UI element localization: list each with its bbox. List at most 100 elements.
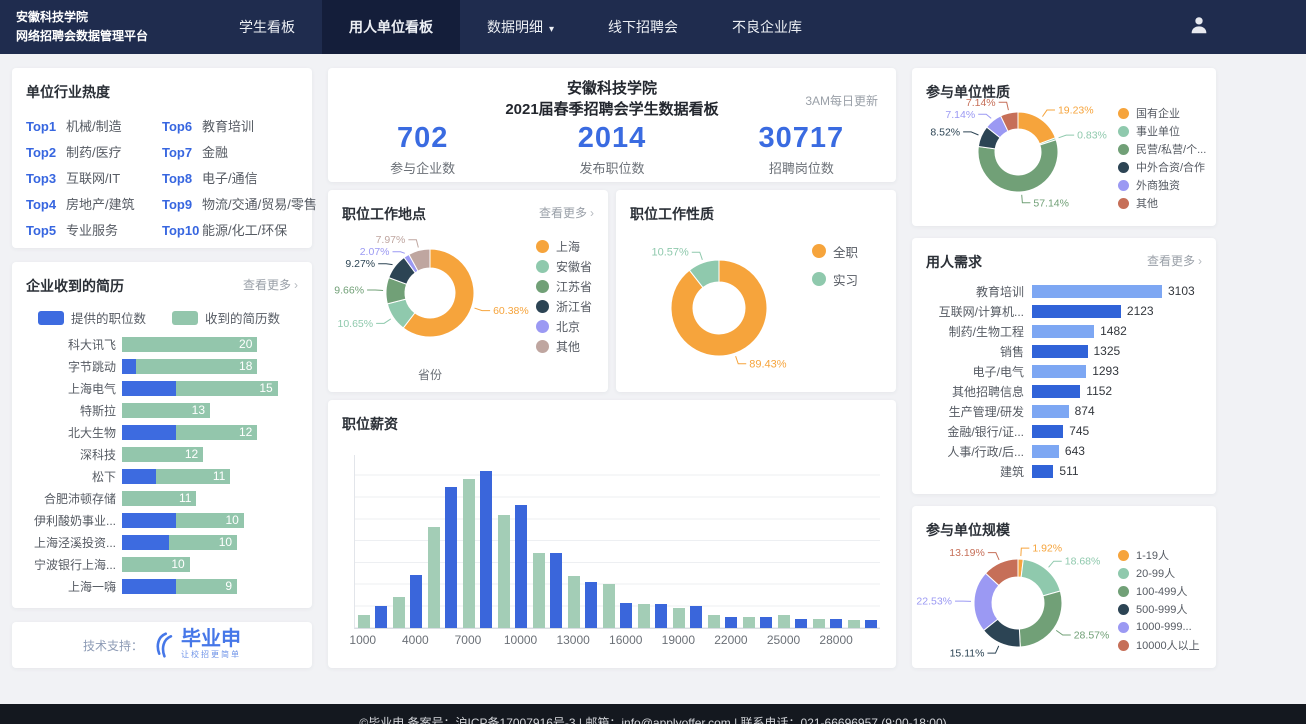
logo-line1: 安徽科技学院	[16, 8, 196, 27]
legend-dot	[536, 300, 549, 313]
label-leader-line	[999, 102, 1009, 110]
demand-bar	[1032, 285, 1162, 298]
stacked-bar: 12	[122, 447, 298, 462]
industry-name: 电子/通信	[202, 171, 258, 186]
salary-bar	[655, 604, 667, 628]
stacked-bar: 11	[122, 491, 298, 506]
legend-item[interactable]: 500-999人	[1118, 600, 1200, 618]
legend-item[interactable]: 其他	[1118, 194, 1206, 212]
footer-text: ©毕业申 备案号：沪ICP备17007916号-3 | 邮箱：info@appl…	[359, 716, 946, 724]
label-leader-line	[988, 553, 999, 560]
industry-rank-item: Top2制药/医疗	[26, 140, 162, 166]
legend-item[interactable]: 民营/私营/个...	[1118, 140, 1206, 158]
legend-marker	[38, 311, 64, 325]
legend-item[interactable]: 提供的职位数	[38, 308, 146, 327]
x-axis-slot	[427, 633, 439, 649]
legend-item[interactable]: 事业单位	[1118, 122, 1206, 140]
industry-name: 教育培训	[202, 119, 254, 134]
x-axis-slot	[479, 633, 491, 649]
percentage-label: 15.11%	[950, 648, 985, 660]
percentage-label: 10.57%	[651, 247, 689, 259]
salary-bar	[358, 615, 370, 628]
industry-rank-label: Top3	[26, 166, 66, 192]
user-icon	[1188, 14, 1210, 36]
legend-item[interactable]: 国有企业	[1118, 104, 1206, 122]
legend-item[interactable]: 20-99人	[1118, 564, 1200, 582]
demand-bar-row: 生产管理/研发874	[912, 401, 1216, 421]
x-axis-slot	[848, 633, 860, 649]
legend-label: 其他	[556, 338, 580, 355]
percentage-label: 18.68%	[1065, 556, 1101, 568]
legend-dot	[1118, 604, 1129, 615]
value-label: 511	[1053, 464, 1078, 478]
legend-item[interactable]: 全职	[812, 237, 858, 265]
legend-item[interactable]: 其他	[536, 336, 592, 356]
provided-positions-bar	[122, 513, 176, 528]
legend-label: 提供的职位数	[71, 308, 146, 327]
demand-bar	[1032, 385, 1080, 398]
user-avatar-button[interactable]	[1188, 14, 1210, 41]
resume-bar-row: 深科技12	[12, 443, 312, 465]
nav-tab-student-board[interactable]: 学生看板	[212, 0, 322, 54]
x-axis-slot	[690, 633, 702, 649]
industry-name: 金融	[202, 145, 228, 160]
received-resumes-bar: 15	[176, 381, 278, 396]
app-logo[interactable]: 安徽科技学院 网络招聘会数据管理平台	[0, 0, 212, 54]
resume-bar-row: 北大生物12	[12, 421, 312, 443]
card-org-scale: 参与单位规模 1.92%18.68%28.57%15.11%22.53%13.1…	[912, 506, 1216, 668]
legend-item[interactable]: 安徽省	[536, 256, 592, 276]
company-name: 深科技	[12, 446, 122, 463]
salary-bar	[795, 619, 807, 629]
legend-item[interactable]: 北京	[536, 316, 592, 336]
x-axis-slot	[532, 633, 544, 649]
stat-value: 30717	[707, 122, 896, 155]
stacked-bar: 10	[122, 513, 298, 528]
nav-tab-data-detail[interactable]: 数据明细▾	[460, 0, 581, 54]
legend-item[interactable]: 外商独资	[1118, 176, 1206, 194]
industry-name: 机械/制造	[66, 119, 122, 134]
nav-tab-bad-company-db[interactable]: 不良企业库	[705, 0, 829, 54]
legend-label: 500-999人	[1136, 601, 1187, 617]
see-more-link[interactable]: 查看更多›	[243, 276, 298, 293]
industry-rank-item: Top9物流/交通/贸易/零售	[162, 192, 317, 218]
job-nature-legend: 全职实习	[812, 237, 858, 293]
legend-item[interactable]: 实习	[812, 265, 858, 293]
legend-label: 上海	[556, 238, 580, 255]
industry-name: 专业服务	[66, 223, 118, 238]
resumes-legend: 提供的职位数 收到的简历数	[12, 296, 312, 333]
legend-dot	[1118, 126, 1129, 137]
nav-tab-offline-job-fair[interactable]: 线下招聘会	[581, 0, 705, 54]
byshen-logo[interactable]: 毕业申 让校招更简单	[151, 630, 241, 660]
card-industry-heat: 单位行业热度 Top1机械/制造Top2制药/医疗Top3互联网/ITTop4房…	[12, 68, 312, 248]
industry-rank-label: Top4	[26, 192, 66, 218]
legend-item[interactable]: 10000人以上	[1118, 636, 1200, 654]
legend-label: 浙江省	[556, 298, 592, 315]
legend-dot	[1118, 622, 1129, 633]
x-axis-slot: 25000	[778, 633, 790, 649]
company-name: 松下	[12, 468, 122, 485]
salary-plot-area	[354, 455, 880, 629]
resume-bar-row: 特斯拉13	[12, 399, 312, 421]
demand-bar-row: 销售1325	[912, 341, 1216, 361]
industry-rank-item: Top5专业服务	[26, 218, 162, 244]
legend-item[interactable]: 1-19人	[1118, 546, 1200, 564]
industry-rank-label: Top10	[162, 218, 202, 244]
demand-bar-row: 互联网/计算机...2123	[912, 301, 1216, 321]
legend-dot	[536, 260, 549, 273]
legend-item[interactable]: 100-499人	[1118, 582, 1200, 600]
legend-item[interactable]: 中外合资/合作	[1118, 158, 1206, 176]
see-more-link[interactable]: 查看更多›	[1147, 252, 1202, 269]
received-resumes-bar: 18	[136, 359, 258, 374]
legend-label: 安徽省	[556, 258, 592, 275]
legend-dot	[1118, 180, 1129, 191]
industry-name: 互联网/IT	[66, 171, 120, 186]
legend-item[interactable]: 江苏省	[536, 276, 592, 296]
legend-item[interactable]: 上海	[536, 236, 592, 256]
company-name: 字节跳动	[12, 358, 122, 375]
category-label: 制药/生物工程	[918, 323, 1032, 340]
card-company-resumes: 企业收到的简历 查看更多› 提供的职位数收到的简历数 科大讯飞20字节跳动18上…	[12, 262, 312, 608]
legend-item[interactable]: 浙江省	[536, 296, 592, 316]
legend-item[interactable]: 1000-999...	[1118, 618, 1200, 636]
legend-item[interactable]: 收到的简历数	[172, 308, 280, 327]
nav-tab-employer-board[interactable]: 用人单位看板	[322, 0, 460, 54]
